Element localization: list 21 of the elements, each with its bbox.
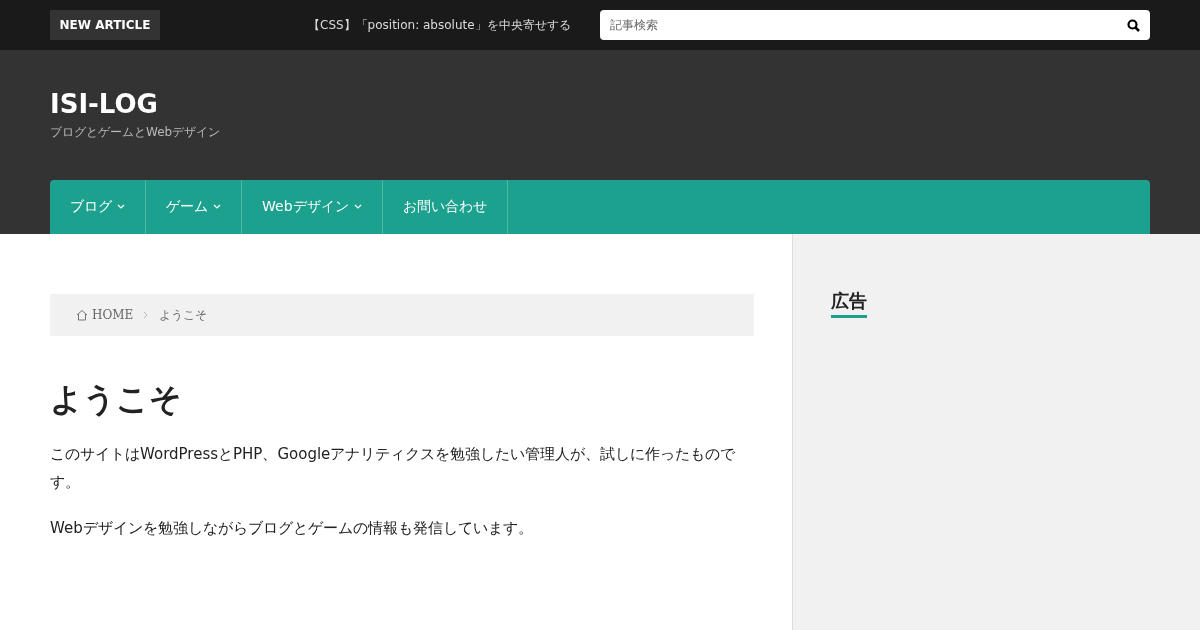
chevron-right-icon [143,311,150,319]
chevron-down-icon [353,204,362,210]
home-icon [76,309,88,321]
site-title[interactable]: ISI-LOG [50,90,1150,118]
sidebar-heading: 広告 [831,289,867,318]
chevron-down-icon [213,204,221,210]
chevron-down-icon [117,204,125,210]
nav-item[interactable]: Webデザイン [242,180,383,234]
nav-item[interactable]: ゲーム [146,180,242,234]
site-tagline: ブログとゲームとWebデザイン [50,124,222,141]
article-paragraph: Webデザインを勉強しながらブログとゲームの情報も発信しています。 [50,518,534,539]
article-title: ようこそ [50,379,183,420]
search-icon[interactable] [1127,19,1140,32]
nav-item[interactable]: お問い合わせ [382,180,508,234]
search-field[interactable]: 記事検索 [600,10,1150,40]
latest-article-link[interactable]: 【CSS】「position: absolute」を中央寄せする [308,16,588,34]
nav-item[interactable]: ブログ [50,180,146,234]
breadcrumb-home-link[interactable]: HOME [76,308,134,322]
new-article-label: NEW ARTICLE [50,10,160,40]
article-paragraph: このサイトはWordPressとPHP、Googleアナリティクスを勉強したい管理人が、試しに作ったものです。 [50,444,737,493]
breadcrumb-current: ようこそ [159,306,208,324]
